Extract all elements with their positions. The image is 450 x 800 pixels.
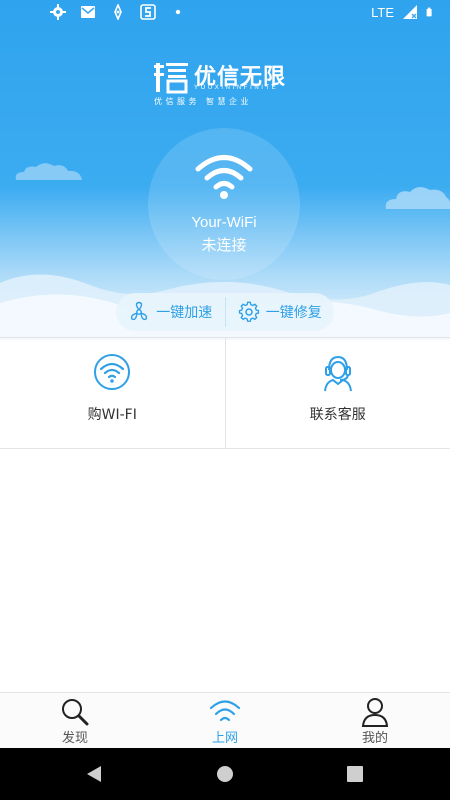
bottom-nav: 发现 上网 我的 (0, 692, 450, 749)
wifi-icon (195, 155, 253, 199)
wifi-ssid: Your-WiFi (191, 214, 257, 231)
mail-icon (81, 6, 95, 18)
dot-icon (175, 9, 181, 15)
network-type: LTE (371, 4, 394, 20)
gear-icon (238, 301, 259, 322)
tab-mine-label: 我的 (361, 731, 388, 746)
brand-logo-icon (154, 63, 188, 94)
tab-internet-label: 上网 (211, 731, 238, 746)
system-nav-bar (0, 748, 450, 800)
customer-service-label: 联系客服 (309, 407, 366, 423)
cloud-right (385, 187, 450, 209)
status-bar: LTE (0, 0, 450, 26)
user-icon (361, 698, 389, 727)
hero-banner: 优信无限 YOUXININFINITE 优信服务 智慧企业 Your-WiFi … (0, 0, 450, 340)
repair-button[interactable]: 一键修复 (226, 293, 335, 331)
back-icon[interactable] (85, 764, 103, 784)
brand-slogan: 优信服务 智慧企业 (154, 97, 253, 106)
tab-internet[interactable]: 上网 (150, 693, 300, 749)
buy-wifi-button[interactable]: 购WI-FI (0, 338, 225, 448)
recents-icon[interactable] (346, 764, 364, 784)
speed-up-label: 一键加速 (156, 305, 213, 321)
tab-discover-label: 发现 (61, 731, 88, 746)
tab-discover[interactable]: 发现 (0, 693, 150, 749)
customer-service-icon (323, 355, 352, 392)
search-icon (62, 699, 89, 726)
repair-label: 一键修复 (265, 305, 322, 321)
brand-logo: 优信无限 YOUXININFINITE 优信服务 智慧企业 (154, 60, 304, 106)
tab-mine[interactable]: 我的 (300, 693, 450, 749)
speed-up-button[interactable]: 一键加速 (116, 293, 225, 331)
buy-wifi-label: 购WI-FI (87, 407, 137, 423)
service-grid: 购WI-FI 联系客服 (0, 337, 450, 449)
location-icon (114, 4, 122, 20)
wifi-connect-button[interactable]: Your-WiFi 未连接 (148, 128, 300, 280)
fan-icon (131, 301, 148, 321)
brand-name-en: YOUXININFINITE (194, 85, 279, 91)
quick-actions: 一键加速 一键修复 (116, 293, 334, 331)
signal-icon (403, 5, 417, 19)
wifi-connection-status: 未连接 (201, 236, 247, 254)
home-icon[interactable] (216, 764, 234, 784)
settings-icon (50, 4, 66, 20)
wifi-circle-icon (94, 354, 131, 390)
wifi-icon (209, 700, 241, 722)
battery-icon (426, 7, 432, 17)
app-s-icon (140, 4, 156, 20)
customer-service-button[interactable]: 联系客服 (224, 338, 450, 448)
cloud-left (15, 163, 83, 180)
